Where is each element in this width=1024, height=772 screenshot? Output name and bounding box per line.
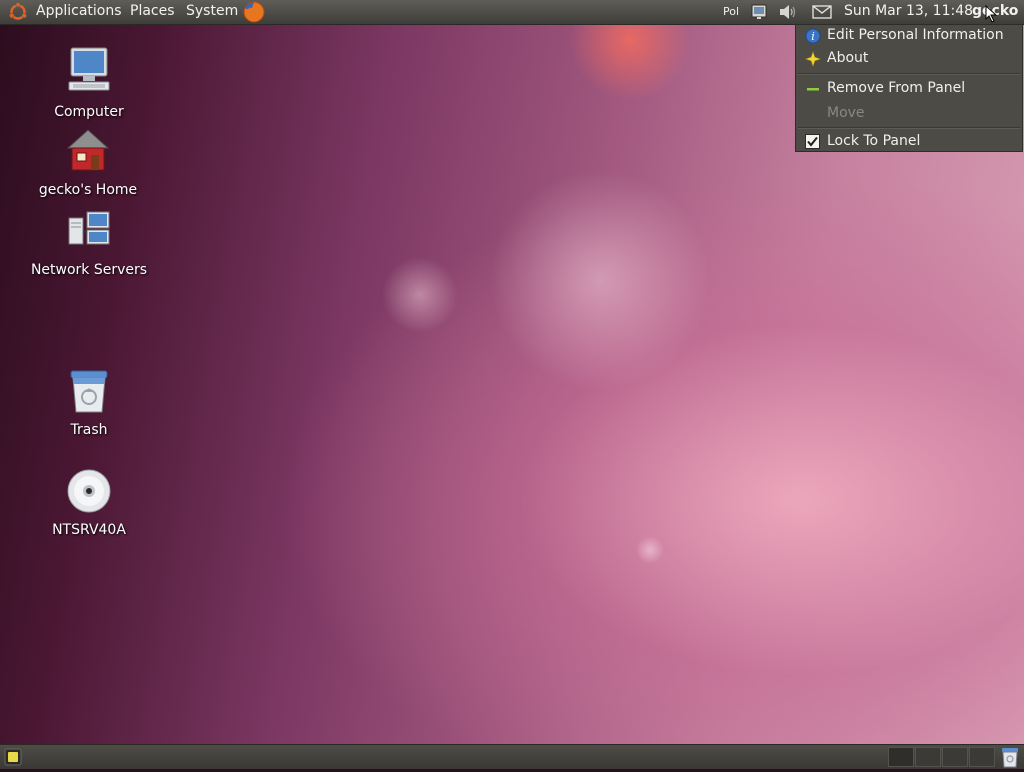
volume-icon[interactable] xyxy=(778,4,798,24)
computer-icon xyxy=(29,44,149,100)
top-panel: Applications Places System Pol Sun Mar 1… xyxy=(0,0,1024,25)
personal-info-icon: i xyxy=(805,28,821,48)
trash-applet-icon[interactable] xyxy=(999,746,1021,772)
svg-text:i: i xyxy=(811,30,815,43)
menu-separator xyxy=(798,73,1020,75)
menu-item-about[interactable]: About xyxy=(827,50,868,66)
menu-item-lock-to-panel[interactable]: Lock To Panel xyxy=(827,133,920,149)
show-desktop-icon[interactable] xyxy=(4,748,22,770)
desktop-icon-cd-drive[interactable]: NTSRV40A xyxy=(29,468,149,538)
home-folder-icon xyxy=(28,128,148,178)
workspace-1[interactable] xyxy=(888,747,914,767)
firefox-launcher-icon[interactable] xyxy=(242,0,266,28)
desktop-icon-trash[interactable]: Trash xyxy=(29,368,149,438)
menu-item-remove-from-panel[interactable]: Remove From Panel xyxy=(827,80,965,96)
desktop-icon-label: Network Servers xyxy=(30,262,148,278)
workspace-2[interactable] xyxy=(915,747,941,767)
system-menu[interactable]: System xyxy=(186,3,238,19)
applications-menu[interactable]: Applications xyxy=(36,3,122,19)
workspace-3[interactable] xyxy=(942,747,968,767)
desktop-icon-label: Trash xyxy=(70,422,108,438)
desktop-icon-label: NTSRV40A xyxy=(52,522,126,538)
desktop-icon-network-servers[interactable]: Network Servers xyxy=(29,208,149,278)
desktop-icon-computer[interactable]: Computer xyxy=(29,44,149,120)
about-star-icon xyxy=(805,51,821,71)
network-applet-icon[interactable] xyxy=(750,3,768,25)
workspace-4[interactable] xyxy=(969,747,995,767)
desktop-icon-home[interactable]: gecko's Home xyxy=(28,128,148,198)
network-servers-icon xyxy=(29,208,149,258)
remove-icon xyxy=(805,81,821,101)
panel-context-menu: i Edit Personal Information About Remove… xyxy=(795,24,1023,152)
bottom-panel xyxy=(0,744,1024,769)
cd-drive-icon xyxy=(29,468,149,518)
checkbox-checked-icon[interactable] xyxy=(805,134,820,153)
mail-indicator-icon[interactable] xyxy=(812,5,832,23)
menu-item-edit-personal-information[interactable]: Edit Personal Information xyxy=(827,27,1004,43)
desktop-icon-label: gecko's Home xyxy=(38,182,138,198)
menu-separator xyxy=(798,127,1020,129)
trash-icon xyxy=(29,368,149,418)
keyboard-layout-indicator[interactable]: Pol xyxy=(723,5,739,18)
clock[interactable]: Sun Mar 13, 11:48 xyxy=(844,3,973,19)
menu-item-move: Move xyxy=(827,105,865,121)
desktop-icon-label: Computer xyxy=(54,104,124,120)
ubuntu-logo-icon[interactable] xyxy=(8,2,28,26)
places-menu[interactable]: Places xyxy=(130,3,175,19)
